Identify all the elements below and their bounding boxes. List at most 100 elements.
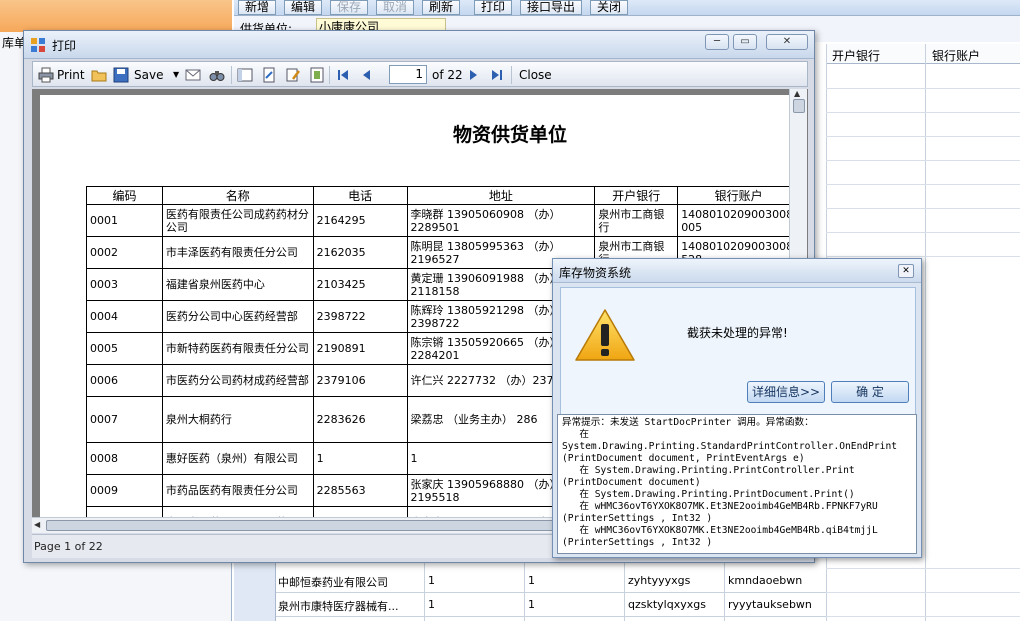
- page-number-input[interactable]: 1: [389, 65, 427, 84]
- cell-name: 福建省泉州医药中心: [161, 268, 314, 301]
- toolbar-separator: [329, 66, 330, 84]
- cell-name: 中邮恒泰药业有限公司: [278, 576, 388, 589]
- cell-code: 0004: [86, 300, 163, 333]
- page-layout-icon[interactable]: [237, 67, 253, 83]
- next-page-icon[interactable]: [465, 67, 481, 83]
- grid-row-line: [826, 184, 1020, 185]
- grid-row-line: [826, 208, 1020, 209]
- grid-row-line: [826, 592, 1020, 593]
- grid-row-line: [826, 88, 1020, 89]
- page-count-label: of 22: [432, 68, 463, 82]
- page-view-icon[interactable]: [309, 67, 325, 83]
- cell-tel: 2162035: [312, 236, 408, 269]
- email-icon[interactable]: [185, 67, 201, 83]
- cell-code: qzsktylqxyxgs: [628, 598, 706, 611]
- cell-code: 0008: [86, 442, 163, 475]
- cell-code: 0006: [86, 364, 163, 397]
- cell-name: 市药品医药有限责任分公司: [161, 474, 314, 507]
- scroll-left-icon[interactable]: ◀: [34, 520, 40, 529]
- cell-code: 0002: [86, 236, 163, 269]
- error-message: 截获未处理的异常!: [687, 326, 788, 340]
- cell-b: 1: [528, 598, 535, 611]
- cell-tel: 2283626: [312, 396, 408, 443]
- first-page-icon[interactable]: [335, 67, 351, 83]
- col-header-account: 银行账户: [677, 186, 800, 205]
- cell-name: 泉州大桐药行: [161, 396, 314, 443]
- grid-row-line: [826, 136, 1020, 137]
- cancel-button[interactable]: 取消: [376, 0, 415, 15]
- col-header-bank: 开户银行: [594, 186, 679, 205]
- cell-tel: 2103425: [312, 268, 408, 301]
- close-button[interactable]: 关闭: [590, 0, 629, 15]
- scroll-thumb[interactable]: [46, 520, 586, 531]
- grid-col-divider: [925, 44, 926, 621]
- col-header-name: 名称: [161, 186, 314, 205]
- find-binoculars-icon[interactable]: [209, 67, 225, 83]
- cell-a: 1: [428, 598, 435, 611]
- minimize-button[interactable]: ─: [705, 34, 729, 50]
- grid-row-line: [826, 568, 1020, 569]
- table-header-row: 编码 名称 电话 地址 开户银行 银行账户: [86, 186, 800, 205]
- cell-name: 惠好医药（泉州）有限公司: [161, 442, 314, 475]
- cell-a: 1: [428, 574, 435, 587]
- export-button[interactable]: 接口导出: [520, 0, 583, 15]
- error-dialog: 库存物资系统 ✕ 截获未处理的异常! 详细信息>> 确 定 异常提示：未发送 S…: [552, 258, 922, 558]
- cell-bank: kmndaoebwn: [728, 574, 803, 587]
- close-icon[interactable]: ✕: [898, 264, 914, 278]
- prev-page-icon[interactable]: [359, 67, 375, 83]
- save-disk-icon[interactable]: [113, 67, 129, 83]
- cell-name: 医药分公司中心医药经营部: [161, 300, 314, 333]
- printer-icon: [38, 67, 54, 83]
- cell-code: 0007: [86, 396, 163, 443]
- cell-bank: ryyytauksebwn: [728, 598, 812, 611]
- app-grid-icon: [31, 38, 45, 52]
- grid-row-line: [826, 616, 1020, 617]
- cell-name: 医药有限责任公司成药药材分公司: [161, 204, 314, 237]
- cell-code: 0001: [86, 204, 163, 237]
- cell-tel: 2285563: [312, 474, 408, 507]
- cell-code: zyhtyyyxgs: [628, 574, 691, 587]
- page-setup-icon[interactable]: [261, 67, 277, 83]
- chevron-down-icon[interactable]: ▼: [173, 66, 179, 84]
- cell-tel: 2164295: [312, 204, 408, 237]
- cell-tel: 2398722: [312, 300, 408, 333]
- cell-name: 市医药分公司药材成药经营部: [161, 364, 314, 397]
- error-message-panel: 截获未处理的异常! 详细信息>> 确 定: [560, 287, 916, 415]
- toolbar-separator: [511, 66, 512, 84]
- table-row: 0001 医药有限责任公司成药药材分公司 2164295 李晓群 1390506…: [86, 204, 800, 237]
- close-preview-button[interactable]: Close: [519, 66, 552, 84]
- cell-account: 1408010209003008005: [677, 204, 800, 237]
- grid-header-bank: 开户银行: [832, 49, 881, 63]
- table-row[interactable]: 泉州市康特医疗器械有... 1 1 qzsktylqxyxgs ryyytauk…: [276, 593, 826, 617]
- cell-b: 1: [528, 574, 535, 587]
- print-button-label[interactable]: Print: [57, 66, 85, 84]
- warning-icon: [575, 309, 635, 361]
- print-window-titlebar[interactable]: 打印 ─ ▭ ✕: [24, 31, 814, 59]
- edit-button[interactable]: 编辑: [284, 0, 323, 15]
- open-folder-icon[interactable]: [91, 67, 107, 83]
- ok-button[interactable]: 确 定: [831, 381, 909, 403]
- cell-bank: 泉州市工商银行: [594, 204, 679, 237]
- scroll-up-icon[interactable]: ▲: [794, 89, 800, 98]
- edit-pencil-icon[interactable]: [285, 67, 301, 83]
- app-toolbar: 新增 编辑 保存 取消 刷新 打印 接口导出 关闭: [234, 0, 1020, 16]
- save-button[interactable]: 保存: [330, 0, 369, 15]
- scroll-thumb[interactable]: [793, 99, 805, 113]
- cell-name: 市丰泽医药有限责任分公司: [161, 236, 314, 269]
- print-button[interactable]: 打印: [474, 0, 513, 15]
- maximize-button[interactable]: ▭: [733, 34, 757, 50]
- table-row[interactable]: 中邮恒泰药业有限公司 1 1 zyhtyyyxgs kmndaoebwn: [276, 569, 826, 593]
- refresh-button[interactable]: 刷新: [422, 0, 461, 15]
- last-page-icon[interactable]: [489, 67, 505, 83]
- error-dialog-titlebar[interactable]: 库存物资系统 ✕: [553, 259, 921, 283]
- left-panel-header: [0, 0, 232, 32]
- window-close-button[interactable]: ✕: [766, 34, 808, 50]
- details-button[interactable]: 详细信息>>: [747, 381, 825, 403]
- save-button-label[interactable]: Save: [134, 66, 163, 84]
- col-header-code: 编码: [86, 186, 163, 205]
- grid-row-line: [826, 256, 1020, 257]
- cell-tel: 2190891: [312, 332, 408, 365]
- cell-name: 市新特药医药有限责任分公司: [161, 332, 314, 365]
- add-button[interactable]: 新增: [238, 0, 277, 15]
- cell-tel: 2379106: [312, 364, 408, 397]
